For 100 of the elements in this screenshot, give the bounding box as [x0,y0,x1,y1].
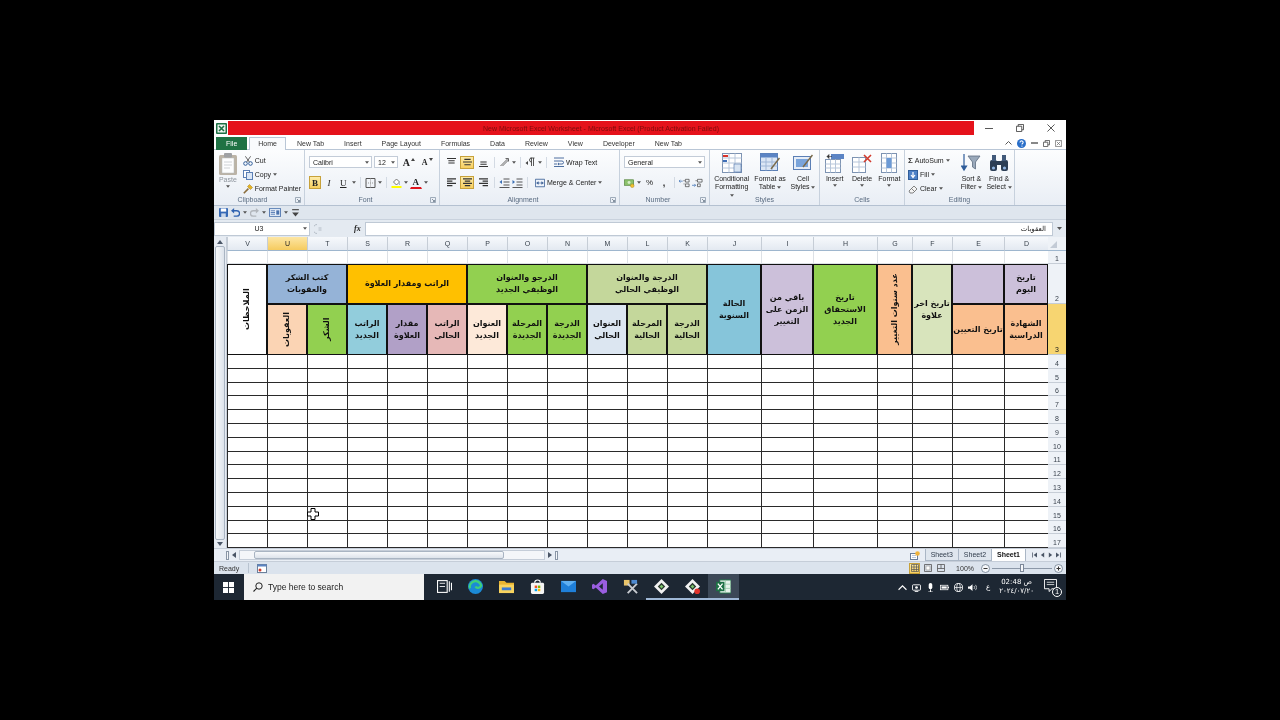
undo-icon[interactable] [231,208,240,217]
customize-icon[interactable] [291,208,300,217]
caret-icon[interactable] [403,181,408,185]
split-box-icon[interactable] [226,550,229,560]
dialog-launcher-icon[interactable] [430,196,436,203]
header-cell: الملاحظات [227,264,267,355]
vertical-scrollbar[interactable] [214,237,227,549]
scroll-right-icon[interactable] [548,552,552,559]
microphone-icon[interactable] [926,582,935,592]
caret-icon[interactable] [424,181,428,185]
caret-icon[interactable] [377,181,382,185]
caret-icon[interactable] [512,160,516,164]
empty-cell [547,368,587,383]
windows-logo-icon[interactable] [223,581,234,593]
caret-icon[interactable] [860,184,864,187]
speaker-icon[interactable] [968,582,977,592]
next-sheet-icon[interactable] [1048,552,1053,559]
caret-icon[interactable] [637,181,641,185]
restore-icon[interactable] [1016,124,1024,132]
scroll-thumb[interactable] [215,246,225,541]
decrease-indent-icon[interactable] [499,177,510,188]
caret-icon[interactable] [1057,227,1062,230]
record-macro-icon[interactable] [257,563,268,573]
comma-style-button[interactable]: , [658,176,671,190]
empty-cell [387,479,427,493]
caret-icon[interactable] [978,185,983,189]
scroll-thumb[interactable] [254,551,504,560]
grow-font-button[interactable]: A [400,155,418,169]
horizontal-scrollbar[interactable] [239,550,545,561]
caret-icon[interactable] [262,211,266,214]
zoom-out-icon[interactable] [981,563,990,573]
align-middle-button[interactable] [460,155,474,169]
caret-icon[interactable] [938,187,943,190]
shrink-font-button[interactable]: A [419,155,435,169]
caret-icon[interactable] [538,160,542,164]
chevron-up-icon[interactable] [898,582,907,592]
last-sheet-icon[interactable] [1056,552,1061,559]
minimize-icon[interactable] [985,127,994,129]
taskbar-app-button[interactable] [708,574,739,600]
caret-icon[interactable] [930,173,935,176]
empty-cell [667,382,707,397]
cell-brush-icon [793,153,813,173]
dialog-launcher-icon[interactable] [700,196,706,203]
caret-icon[interactable] [945,159,950,162]
increase-indent-icon[interactable] [512,177,523,188]
zoom-in-icon[interactable] [1054,563,1063,573]
caret-icon[interactable] [365,160,370,164]
font-color-button[interactable]: A [409,176,422,189]
dialog-launcher-icon[interactable] [610,196,616,203]
caret-icon[interactable] [598,181,603,185]
caret-icon[interactable] [273,173,278,176]
search-field[interactable]: Type here to search [244,574,424,600]
close-icon[interactable] [1046,124,1055,132]
increase-decimal-icon[interactable] [679,177,691,188]
page-layout-view-button[interactable] [922,562,934,574]
previous-sheet-icon[interactable] [1040,552,1045,559]
caret-icon[interactable] [811,185,816,189]
banknote-icon[interactable] [624,177,635,188]
insert-sheet-icon[interactable] [909,550,920,560]
caret-icon[interactable] [303,227,307,230]
underline-button[interactable]: U [337,176,350,190]
first-sheet-icon[interactable] [1032,552,1037,559]
caret-icon[interactable] [391,160,396,164]
zoom-slider[interactable] [992,564,1052,573]
save-icon[interactable] [219,208,228,217]
bold-button[interactable]: B [309,176,321,190]
caret-icon[interactable] [351,181,356,185]
globe-icon[interactable] [954,582,963,592]
notification-icon[interactable] [1044,578,1057,592]
fill-color-icon[interactable] [390,177,402,188]
italic-button[interactable]: I [323,176,335,190]
caret-icon[interactable] [698,160,702,164]
caret-icon[interactable] [243,211,247,214]
scroll-up-icon[interactable] [217,240,223,244]
zoom-slider-thumb[interactable] [1020,564,1024,573]
text-direction-icon[interactable] [525,157,536,168]
page-break-view-button[interactable] [935,562,947,574]
battery-icon[interactable] [940,582,949,592]
align-center-button[interactable] [460,176,474,190]
normal-view-button[interactable] [909,562,921,574]
caret-icon[interactable] [832,184,837,187]
borders-icon[interactable] [364,177,376,188]
angled-text-icon[interactable] [499,157,510,168]
dialog-launcher-icon[interactable] [295,196,301,203]
caret-icon[interactable] [887,184,892,187]
caret-icon[interactable] [284,211,288,214]
caret-icon[interactable] [1007,185,1012,189]
camera-icon[interactable] [912,582,921,592]
insert-function-button[interactable]: fx [354,224,361,233]
restore-icon[interactable] [1043,139,1050,147]
scroll-left-icon[interactable] [232,552,236,559]
split-box-icon[interactable] [555,550,558,560]
close-icon[interactable] [1055,139,1062,147]
decrease-decimal-icon[interactable] [692,177,704,188]
caret-icon[interactable] [777,185,782,189]
percent-style-button[interactable]: % [643,176,657,190]
collapse-ribbon-icon[interactable] [1005,141,1012,145]
form-icon[interactable] [269,208,281,217]
help-icon[interactable] [1017,138,1026,148]
caret-icon[interactable] [729,193,734,197]
